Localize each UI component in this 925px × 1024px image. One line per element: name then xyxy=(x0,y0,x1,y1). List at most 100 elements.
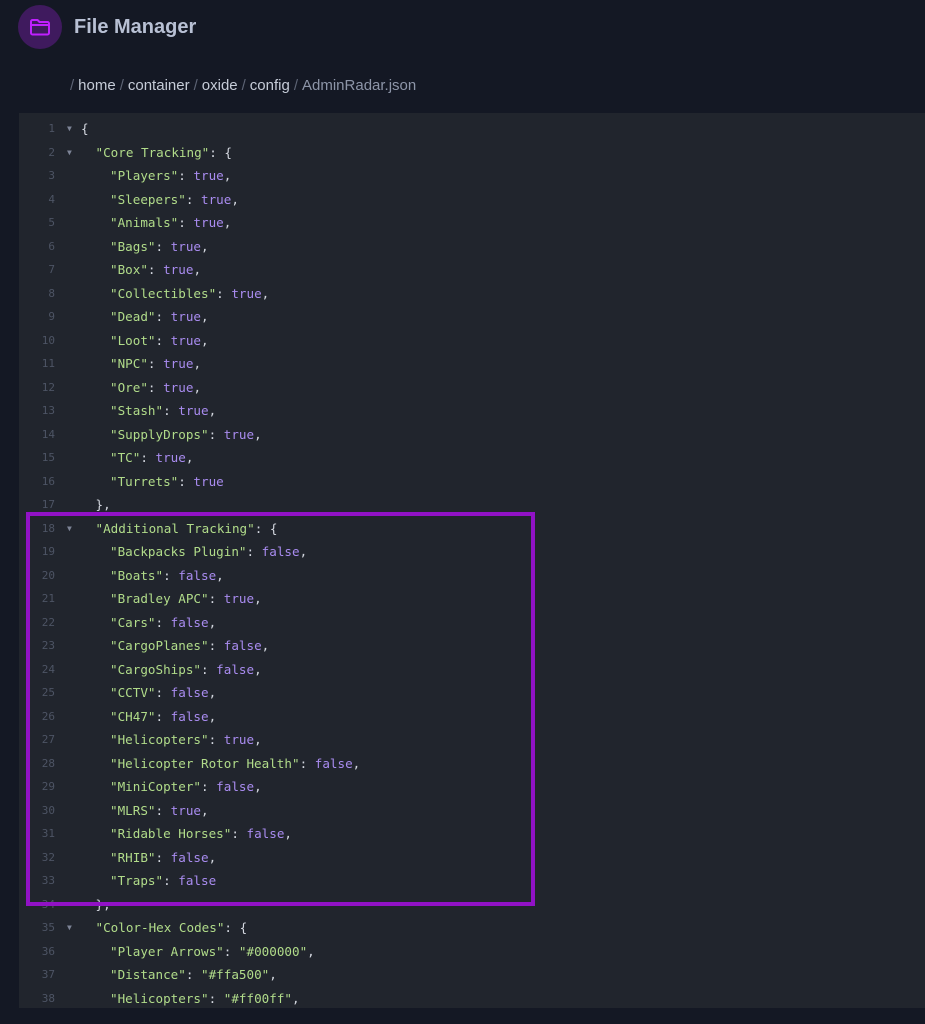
code-line[interactable]: 16 "Turrets": true xyxy=(19,470,925,494)
json-boolean: true xyxy=(163,379,194,395)
json-punctuation: , xyxy=(208,849,217,865)
code-line[interactable]: 3 "Players": true, xyxy=(19,164,925,188)
fold-arrow-icon[interactable]: ▼ xyxy=(67,517,72,541)
code-line[interactable]: 33 "Traps": false xyxy=(19,869,925,893)
code-text: "Additional Tracking": { xyxy=(96,517,278,541)
json-punctuation: , xyxy=(185,450,194,465)
line-number: 12 xyxy=(41,380,55,394)
code-line[interactable]: 10 "Loot": true, xyxy=(19,329,925,353)
json-punctuation: : { xyxy=(224,920,248,935)
code-text: "CargoShips": false, xyxy=(110,658,262,682)
code-line[interactable]: 38 "Helicopters": "#ff00ff", xyxy=(19,987,925,1009)
code-line[interactable]: 25 "CCTV": false, xyxy=(19,681,925,705)
breadcrumb-item[interactable]: oxide xyxy=(202,77,238,94)
code-line[interactable]: 11 "NPC": true, xyxy=(19,352,925,376)
json-punctuation: : xyxy=(208,732,224,747)
json-punctuation: , xyxy=(261,638,270,653)
line-number: 20 xyxy=(41,568,55,582)
code-line[interactable]: 5 "Animals": true, xyxy=(19,211,925,235)
code-line[interactable]: 18 ▼ "Additional Tracking": { xyxy=(19,517,925,541)
code-line[interactable]: 6 "Bags": true, xyxy=(19,235,925,259)
json-punctuation: : xyxy=(163,567,179,583)
code-editor[interactable]: 1 ▼{2 ▼ "Core Tracking": {3 "Players": true,… xyxy=(19,113,925,1008)
code-line[interactable]: 17}, xyxy=(19,493,925,517)
code-line[interactable]: 35 ▼ "Color-Hex Codes": { xyxy=(19,916,925,940)
line-number: 2 xyxy=(48,145,55,159)
code-line[interactable]: 8 "Collectibles": true, xyxy=(19,282,925,306)
json-punctuation: : xyxy=(155,708,171,724)
json-key: "Backpacks Plugin" xyxy=(110,544,247,559)
code-line[interactable]: 2 ▼ "Core Tracking": { xyxy=(19,141,925,165)
json-key: "TC" xyxy=(110,450,141,465)
breadcrumb-item[interactable]: home xyxy=(78,77,116,94)
json-key: "Animals" xyxy=(110,215,179,230)
json-punctuation: , xyxy=(269,967,277,982)
code-line[interactable]: 21 "Bradley APC": true, xyxy=(19,587,925,611)
json-punctuation: : xyxy=(231,826,247,841)
code-line[interactable]: 27 "Helicopters": true, xyxy=(19,728,925,752)
breadcrumb-item[interactable]: container xyxy=(128,77,190,94)
code-line[interactable]: 29 "MiniCopter": false, xyxy=(19,775,925,799)
code-line[interactable]: 20 "Boats": false, xyxy=(19,564,925,588)
json-punctuation: , xyxy=(254,779,262,794)
code-line[interactable]: 7 "Box": true, xyxy=(19,258,925,282)
code-line[interactable]: 13 "Stash": true, xyxy=(19,399,925,423)
code-line[interactable]: 32 "RHIB": false, xyxy=(19,846,925,870)
code-line[interactable]: 30 "MLRS": true, xyxy=(19,799,925,823)
line-number: 13 xyxy=(41,404,55,417)
code-text: "Helicopters": true, xyxy=(110,728,262,752)
code-line[interactable]: 37 "Distance": "#ffa500", xyxy=(19,963,925,987)
code-line[interactable]: 9 "Dead": true, xyxy=(19,305,925,329)
code-line[interactable]: 26 "CH47": false, xyxy=(19,705,925,729)
code-line[interactable]: 31 "Ridable Horses": false, xyxy=(19,822,925,846)
code-line[interactable]: 36 "Player Arrows": "#000000", xyxy=(19,940,925,964)
json-punctuation: , xyxy=(254,426,262,442)
code-text: { xyxy=(81,117,89,141)
json-key: "Ore" xyxy=(110,379,148,395)
json-punctuation: , xyxy=(254,732,262,747)
code-text: "Bradley APC": true, xyxy=(110,587,262,611)
fold-arrow-icon[interactable]: ▼ xyxy=(67,141,72,165)
line-number: 37 xyxy=(41,968,55,981)
code-text: "TC": true, xyxy=(110,446,193,470)
code-line[interactable]: 24 "CargoShips": false, xyxy=(19,658,925,682)
json-key: "Distance" xyxy=(110,967,186,982)
code-line[interactable]: 28 "Helicopter Rotor Health": false, xyxy=(19,752,925,776)
code-line[interactable]: 1 ▼ { xyxy=(19,117,925,141)
json-key: "Cars" xyxy=(110,614,156,630)
line-number: 27 xyxy=(41,733,55,746)
json-key: "Collectibles" xyxy=(110,285,217,301)
json-boolean: false xyxy=(216,661,255,677)
json-punctuation: : xyxy=(208,426,224,442)
app-logo[interactable] xyxy=(18,5,62,49)
code-text: "CH47": false, xyxy=(110,705,216,729)
code-line[interactable]: 14 "SupplyDrops": true, xyxy=(19,423,925,447)
code-line[interactable]: 15 "TC": true, xyxy=(19,446,925,470)
json-punctuation: : xyxy=(208,990,224,1006)
code-line[interactable]: 12 "Ore": true, xyxy=(19,376,925,400)
line-number: 23 xyxy=(41,639,55,652)
json-punctuation: : xyxy=(155,802,171,818)
breadcrumb-item[interactable]: config xyxy=(250,77,290,94)
code-line[interactable]: 4 "Sleepers": true, xyxy=(19,188,925,212)
fold-arrow-icon[interactable]: ▼ xyxy=(67,916,72,940)
json-punctuation: , xyxy=(352,755,361,771)
json-key: "Turrets" xyxy=(110,473,179,489)
fold-arrow-icon[interactable]: ▼ xyxy=(67,117,72,141)
code-text: "Helicopters": "#ff00ff", xyxy=(110,987,300,1009)
code-line[interactable]: 22 "Cars": false, xyxy=(19,611,925,635)
line-number: 16 xyxy=(41,474,55,488)
line-number: 34 xyxy=(41,897,55,911)
code-text: "Turrets": true xyxy=(110,470,224,494)
json-punctuation: : xyxy=(155,849,171,865)
line-number: 4 xyxy=(48,192,55,206)
json-string: "#ff00ff" xyxy=(223,990,292,1006)
json-boolean: false xyxy=(170,614,209,630)
code-line[interactable]: 19 "Backpacks Plugin": false, xyxy=(19,540,925,564)
json-punctuation: : xyxy=(201,779,217,794)
json-punctuation: , xyxy=(307,943,315,959)
json-key: "Box" xyxy=(110,262,148,277)
code-line[interactable]: 34}, xyxy=(19,893,925,917)
code-line[interactable]: 23 "CargoPlanes": false, xyxy=(19,634,925,658)
json-key: "Additional Tracking" xyxy=(95,520,255,536)
